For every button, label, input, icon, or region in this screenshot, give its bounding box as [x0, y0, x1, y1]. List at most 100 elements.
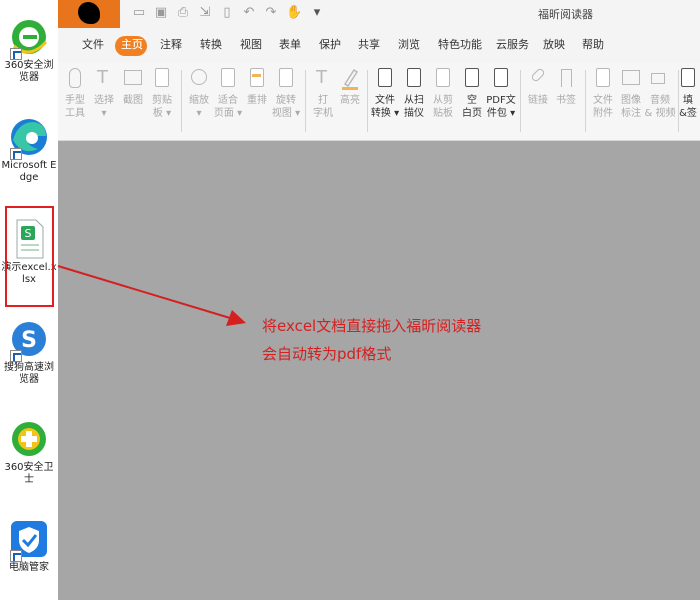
reflow-icon — [250, 68, 264, 87]
tool-label: 页面 ▾ — [213, 108, 243, 119]
selection-highlight-box — [5, 206, 54, 307]
text-select-icon: T — [97, 67, 108, 88]
menu-home-active-label[interactable]: 主页 — [121, 38, 143, 52]
desktop-icon-label: 搜狗高速浏览器 — [4, 362, 54, 385]
desktop-icon-pc-manager[interactable]: 电脑管家 — [0, 518, 58, 574]
audio-video-button[interactable]: 音频 & 视频 — [643, 66, 677, 120]
tool-label: &签 — [679, 108, 697, 119]
tool-label: PDF文 — [486, 95, 516, 106]
tool-label: 截图 — [123, 95, 143, 106]
tool-label: 从剪 — [433, 95, 453, 106]
menu-protect[interactable]: 保护 — [319, 38, 341, 52]
desktop-icon-label: Microsoft Edge — [1, 160, 57, 183]
bookmark-button[interactable]: 书签 — [549, 66, 583, 107]
file-convert-icon — [378, 68, 392, 87]
menu-browse[interactable]: 浏览 — [398, 38, 420, 52]
menu-form[interactable]: 表单 — [279, 38, 301, 52]
menu-slideshow[interactable]: 放映 — [543, 38, 565, 52]
tool-label: 视图 ▾ — [271, 108, 301, 119]
export-icon[interactable]: ⇲ — [198, 6, 212, 20]
tool-label: 标注 — [621, 108, 641, 119]
tool-label: 文件 — [375, 95, 395, 106]
tool-label: 转换 ▾ — [370, 108, 400, 119]
new-page-icon[interactable]: ▯ — [220, 6, 234, 20]
desktop-icon-label: 电脑管家 — [9, 562, 49, 573]
rotate-view-icon — [279, 68, 293, 87]
undo-icon[interactable]: ↶ — [242, 6, 256, 20]
tool-label: 文件 — [593, 95, 613, 106]
tool-label: 剪贴 — [152, 95, 172, 106]
attachment-icon — [596, 68, 610, 87]
shortcut-arrow-icon — [10, 148, 22, 160]
360-guard-icon — [8, 418, 50, 460]
fill-sign-button[interactable]: 填 &签 — [676, 66, 700, 120]
tool-label: 链接 — [528, 95, 548, 106]
pdf-portfolio-button[interactable]: PDF文件包 ▾ — [484, 66, 518, 120]
tool-label: 缩放 — [189, 95, 209, 106]
svg-text:S: S — [21, 328, 37, 353]
pc-manager-shield-icon — [8, 518, 50, 562]
360-browser-icon — [8, 16, 50, 60]
zoom-icon — [191, 69, 207, 85]
quick-access-dropdown-icon[interactable]: ▾ — [310, 6, 324, 20]
tool-label: 空 — [467, 95, 477, 106]
tool-label: 工具 — [65, 108, 85, 119]
portfolio-icon — [494, 68, 508, 87]
tool-label: 打 — [318, 95, 328, 106]
annotation-line-1: 将excel文档直接拖入福昕阅读器 — [262, 317, 482, 335]
menu-features[interactable]: 特色功能 — [438, 38, 482, 52]
tool-label: 白页 — [462, 108, 482, 119]
shortcut-arrow-icon — [10, 350, 22, 362]
fill-sign-icon — [681, 68, 695, 87]
tool-label: 手型 — [65, 95, 85, 106]
rotate-view-button[interactable]: 旋转视图 ▾ — [269, 66, 303, 120]
video-camera-icon — [651, 73, 665, 84]
desktop-icon-edge[interactable]: Microsoft Edge — [0, 116, 58, 184]
tool-label: 从扫 — [404, 95, 424, 106]
hand-icon — [69, 68, 81, 88]
hand-quick-icon[interactable]: ✋ — [286, 6, 302, 20]
fit-page-icon — [221, 68, 235, 87]
desktop-icon-360-guard[interactable]: 360安全卫士 — [0, 418, 58, 486]
highlight-icon — [339, 66, 361, 92]
menu-comment[interactable]: 注释 — [160, 38, 182, 52]
menu-view[interactable]: 视图 — [240, 38, 262, 52]
image-annotation-icon — [622, 70, 640, 85]
open-folder-icon[interactable]: ▭ — [132, 6, 146, 20]
tool-label: 旋转 — [276, 95, 296, 106]
menu-share[interactable]: 共享 — [358, 38, 380, 52]
redo-icon[interactable]: ↷ — [264, 6, 278, 20]
desktop-icon-strip: 360安全浏览器 Microsoft Edge S 演示excel.xlsx S… — [0, 0, 59, 600]
desktop-icon-label: 360安全卫士 — [4, 462, 54, 485]
sogou-browser-icon: S — [8, 318, 50, 362]
bookmark-icon — [561, 69, 572, 87]
save-icon[interactable]: ▣ — [154, 6, 168, 20]
tool-label: 选择 — [94, 95, 114, 106]
print-icon[interactable]: ⎙ — [176, 6, 190, 20]
tool-label: 件包 ▾ — [486, 108, 516, 119]
paste-icon — [436, 68, 450, 87]
desktop-icon-label: 360安全浏览器 — [4, 60, 54, 83]
desktop-icon-sogou-browser[interactable]: S 搜狗高速浏览器 — [0, 318, 58, 386]
tool-label: 适合 — [218, 95, 238, 106]
document-area[interactable] — [58, 141, 700, 600]
menu-help[interactable]: 帮助 — [582, 38, 604, 52]
ribbon-toolbar: 手型 工具 T 选择 ▾ 截图 剪贴板 ▾ 缩放 ▾ 适合 页面 ▾ 重排 旋转… — [58, 62, 700, 141]
annotation-line-2: 会自动转为pdf格式 — [262, 345, 392, 363]
tool-label: 书签 — [556, 95, 576, 106]
tool-label: ▾ — [101, 108, 107, 119]
menu-convert[interactable]: 转换 — [200, 38, 222, 52]
tool-label: 贴板 — [433, 108, 453, 119]
scanner-icon — [407, 68, 421, 87]
tool-label: 描仪 — [404, 108, 424, 119]
app-logo[interactable] — [58, 0, 120, 28]
highlight-button[interactable]: 高亮 — [333, 66, 367, 107]
menu-file[interactable]: 文件 — [82, 38, 104, 52]
snapshot-icon — [124, 70, 142, 85]
clipboard-button[interactable]: 剪贴板 ▾ — [145, 66, 179, 120]
shortcut-arrow-icon — [10, 550, 22, 562]
tool-label: 附件 — [593, 108, 613, 119]
desktop-icon-360-browser[interactable]: 360安全浏览器 — [0, 16, 58, 84]
menu-cloud[interactable]: 云服务 — [496, 38, 529, 52]
blank-page-icon — [465, 68, 479, 87]
